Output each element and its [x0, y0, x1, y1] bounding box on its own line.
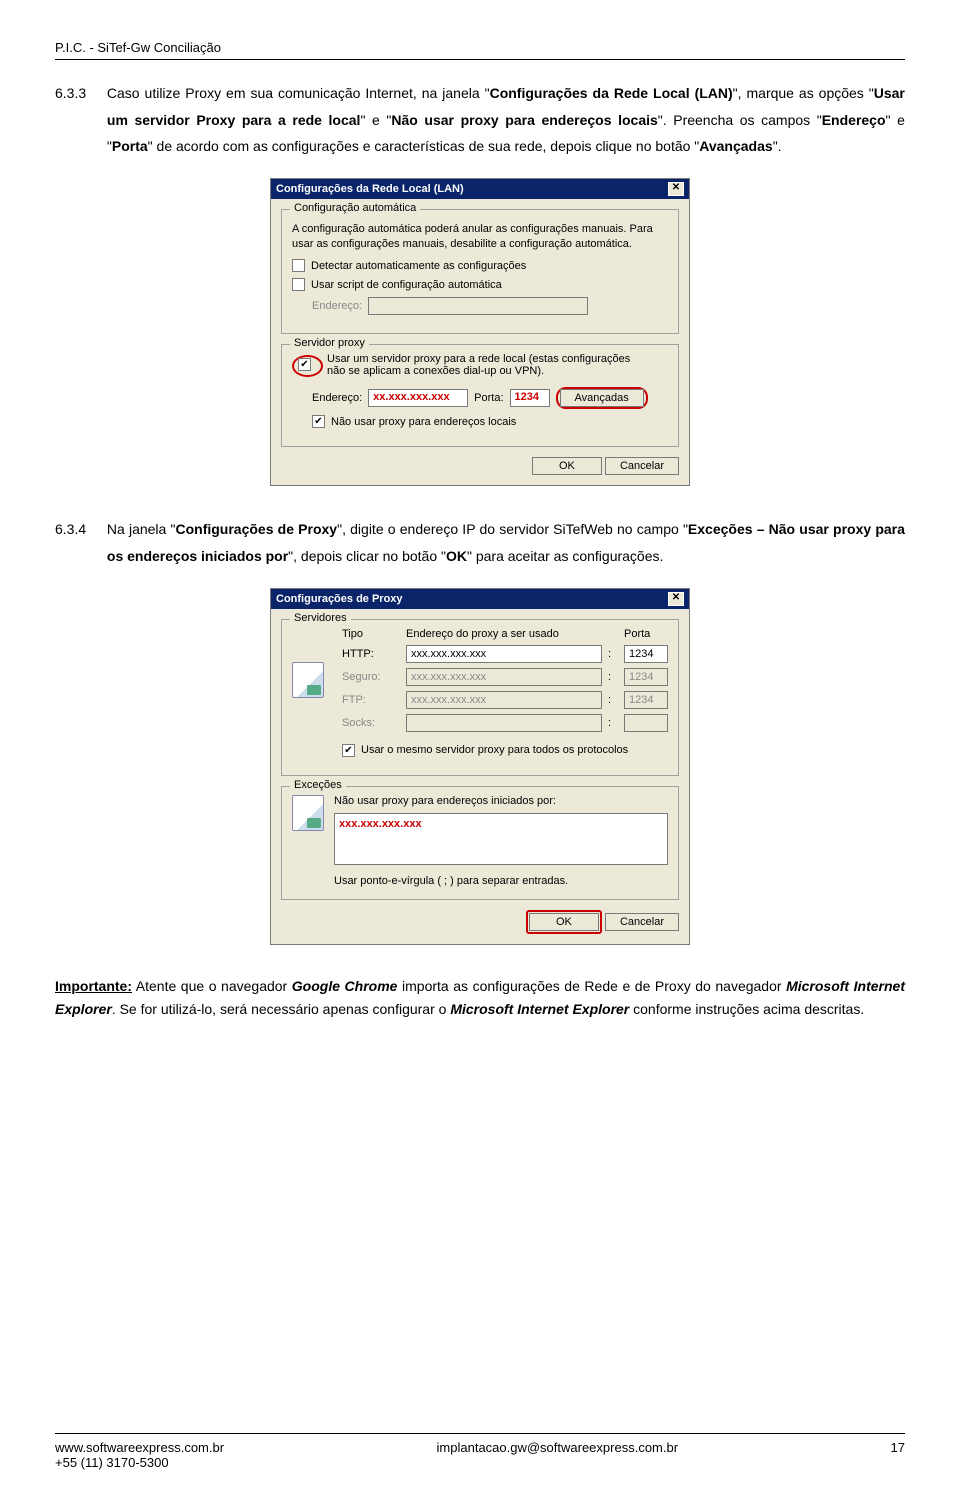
exception-value: xxx.xxx.xxx.xxx — [339, 818, 422, 830]
ftp-address-input — [406, 691, 602, 709]
proxy-port-input[interactable]: 1234 — [510, 389, 550, 407]
checkbox-label: Usar o mesmo servidor proxy para todos o… — [361, 744, 628, 756]
checkbox-label: Detectar automaticamente as configuraçõe… — [311, 260, 526, 272]
lan-settings-dialog: Configurações da Rede Local (LAN) ✕ Conf… — [270, 178, 690, 487]
checkbox-use-proxy[interactable]: ✔ — [298, 358, 311, 371]
label-exceptions: Não usar proxy para endereços iniciados … — [334, 795, 668, 807]
checkbox-bypass-local[interactable]: ✔ — [312, 415, 325, 428]
text-bold: Configurações de Proxy — [175, 521, 337, 537]
ftp-port-input — [624, 691, 668, 709]
text: ", depois clicar no botão " — [288, 548, 446, 564]
col-header-endereco: Endereço do proxy a ser usado — [406, 628, 602, 640]
close-icon[interactable]: ✕ — [668, 592, 684, 606]
paragraph-633: 6.3.3 Caso utilize Proxy em sua comunica… — [55, 80, 905, 160]
col-header-porta: Porta — [624, 628, 668, 640]
checkbox-same-proxy[interactable]: ✔ — [342, 744, 355, 757]
advanced-button[interactable]: Avançadas — [560, 389, 644, 407]
label-http: HTTP: — [342, 648, 400, 660]
http-port-input[interactable] — [624, 645, 668, 663]
text-bold: Configurações da Rede Local (LAN) — [490, 85, 733, 101]
description-text: A configuração automática poderá anular … — [292, 222, 668, 252]
dialog-titlebar: Configurações da Rede Local (LAN) ✕ — [271, 179, 689, 199]
header-rule — [55, 59, 905, 60]
exceptions-textarea[interactable]: xxx.xxx.xxx.xxx — [334, 813, 668, 865]
proxy-settings-dialog: Configurações de Proxy ✕ Servidores Tipo… — [270, 588, 690, 945]
text: " para aceitar as configurações. — [467, 548, 663, 564]
dialog-title-text: Configurações da Rede Local (LAN) — [276, 183, 464, 195]
checkbox-detect-auto[interactable] — [292, 259, 305, 272]
fieldset-legend: Configuração automática — [290, 202, 420, 214]
text: " e " — [360, 112, 391, 128]
text-bold: Não usar proxy para endereços locais — [391, 112, 657, 128]
section-number: 6.3.4 — [55, 516, 103, 543]
ok-button[interactable]: OK — [532, 457, 602, 475]
text: ", digite o endereço IP do servidor SiTe… — [337, 521, 688, 537]
paragraph-634: 6.3.4 Na janela "Configurações de Proxy"… — [55, 516, 905, 569]
socks-address-input — [406, 714, 602, 732]
servers-fieldset: Servidores Tipo Endereço do proxy a ser … — [281, 619, 679, 776]
label-porta: Porta: — [474, 392, 503, 404]
checkbox-label: Usar um servidor proxy para a rede local… — [327, 353, 630, 365]
fieldset-legend: Servidor proxy — [290, 337, 369, 349]
fieldset-legend: Exceções — [290, 779, 346, 791]
note-label: Importante: — [55, 978, 132, 994]
dialog-title-text: Configurações de Proxy — [276, 593, 403, 605]
text-bold: Avançadas — [699, 138, 772, 154]
text-bold: Porta — [112, 138, 148, 154]
footer-url: www.softwareexpress.com.br — [55, 1440, 224, 1455]
page-footer: www.softwareexpress.com.br +55 (11) 3170… — [55, 1433, 905, 1470]
socks-port-input — [624, 714, 668, 732]
exception-icon — [292, 795, 324, 831]
footer-email: implantacao.gw@softwareexpress.com.br — [437, 1440, 679, 1470]
text: ", marque as opções " — [733, 85, 874, 101]
auto-config-fieldset: Configuração automática A configuração a… — [281, 209, 679, 335]
label-ftp: FTP: — [342, 694, 400, 706]
cancel-button[interactable]: Cancelar — [605, 457, 679, 475]
header-title: P.I.C. - SiTef-Gw Conciliação — [55, 40, 905, 55]
text-ital: Microsoft Internet Explorer — [450, 1001, 629, 1017]
text: " de acordo com as configurações e carac… — [148, 138, 700, 154]
cancel-button[interactable]: Cancelar — [605, 913, 679, 931]
label-seguro: Seguro: — [342, 671, 400, 683]
checkbox-label: Usar script de configuração automática — [311, 279, 502, 291]
text: Atente que o navegador — [132, 978, 292, 994]
secure-address-input — [406, 668, 602, 686]
ok-button[interactable]: OK — [529, 913, 599, 931]
text-ital: Google Chrome — [292, 978, 398, 994]
text: Na janela " — [107, 521, 176, 537]
text: ". Preencha os campos " — [658, 112, 822, 128]
footer-phone: +55 (11) 3170-5300 — [55, 1455, 224, 1470]
server-icon — [292, 662, 324, 698]
fieldset-legend: Servidores — [290, 612, 351, 624]
section-number: 6.3.3 — [55, 80, 103, 107]
proxy-address-input[interactable]: xx.xxx.xxx.xxx — [368, 389, 468, 407]
script-address-input — [368, 297, 588, 315]
checkbox-label: Não usar proxy para endereços locais — [331, 416, 516, 428]
hint-text: Usar ponto-e-vírgula ( ; ) para separar … — [334, 875, 668, 887]
text: ". — [773, 138, 782, 154]
text: conforme instruções acima descritas. — [629, 1001, 864, 1017]
exceptions-fieldset: Exceções Não usar proxy para endereços i… — [281, 786, 679, 900]
checkbox-label: não se aplicam a conexões dial-up ou VPN… — [327, 365, 630, 377]
proxy-server-fieldset: Servidor proxy ✔ Usar um servidor proxy … — [281, 344, 679, 447]
important-note: Importante: Atente que o navegador Googl… — [55, 975, 905, 1023]
dialog-titlebar: Configurações de Proxy ✕ — [271, 589, 689, 609]
text: Caso utilize Proxy em sua comunicação In… — [107, 85, 490, 101]
checkbox-use-script[interactable] — [292, 278, 305, 291]
label-endereco: Endereço: — [312, 300, 362, 312]
text-bold: OK — [446, 548, 467, 564]
col-header-tipo: Tipo — [342, 628, 400, 640]
text-bold: Endereço — [822, 112, 886, 128]
http-address-input[interactable] — [406, 645, 602, 663]
page-number: 17 — [891, 1440, 905, 1470]
label-endereco: Endereço: — [312, 392, 362, 404]
label-socks: Socks: — [342, 717, 400, 729]
text: . Se for utilizá-lo, será necessário ape… — [112, 1001, 451, 1017]
secure-port-input — [624, 668, 668, 686]
text: importa as configurações de Rede e de Pr… — [397, 978, 786, 994]
close-icon[interactable]: ✕ — [668, 182, 684, 196]
